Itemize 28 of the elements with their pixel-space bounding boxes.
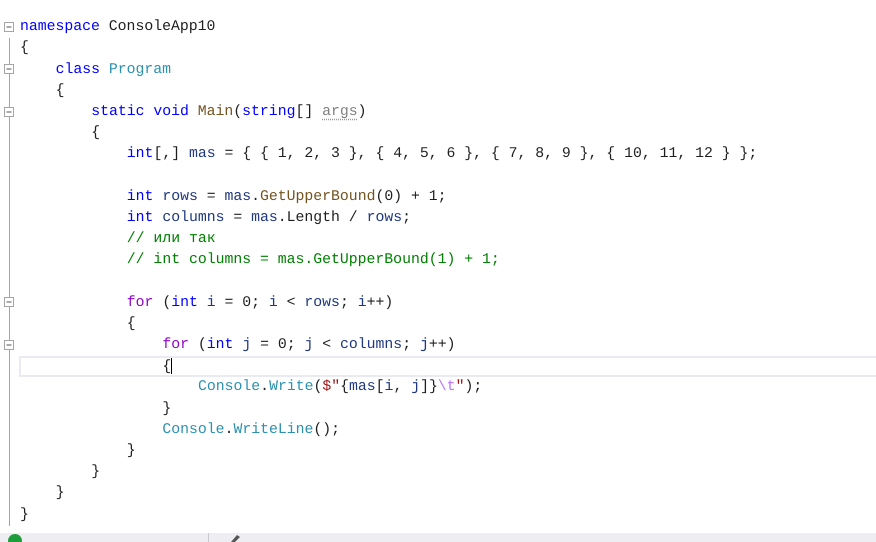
collapse-icon[interactable] bbox=[4, 106, 14, 117]
brace: } bbox=[162, 402, 172, 416]
brace: { bbox=[56, 84, 64, 99]
brace: } bbox=[126, 444, 136, 459]
code-line: for (int i = 0; i < rows; i++) bbox=[126, 296, 394, 310]
brace: { bbox=[91, 126, 100, 141]
code-line: for (int j = 0; j < columns; j++) bbox=[162, 338, 456, 353]
code-line: class Program bbox=[56, 62, 172, 78]
collapse-icon[interactable] bbox=[4, 64, 14, 74]
brush-icon bbox=[229, 533, 241, 542]
collapse-icon[interactable] bbox=[4, 297, 14, 308]
code-line: // int columns = mas.GetUpperBound(1) + 1; bbox=[126, 253, 500, 268]
brace: { bbox=[126, 316, 136, 332]
brace: } bbox=[91, 465, 100, 480]
code-line: int rows = mas.GetUpperBound(0) + 1; bbox=[126, 190, 446, 204]
collapse-icon[interactable] bbox=[4, 340, 14, 350]
brace: { bbox=[162, 358, 172, 375]
code-line: // или так bbox=[126, 232, 216, 247]
brace: } bbox=[56, 486, 64, 502]
code-line: namespace ConsoleApp10 bbox=[20, 20, 216, 35]
code-line: static void Main(string[] args) bbox=[91, 104, 367, 120]
code-line: int[,] mas = { { 1, 2, 3 }, { 4, 5, 6 }, { 7, 8, 9 }, { 10, 11, 12 } }; bbox=[126, 147, 758, 162]
code-line: Console.WriteLine(); bbox=[162, 422, 340, 438]
code-line: Console.Write($"{mas[i, j]}\t"); bbox=[198, 380, 482, 396]
brace: } bbox=[20, 508, 29, 522]
code-line: int columns = mas.Length / rows; bbox=[126, 210, 411, 226]
brace: { bbox=[20, 41, 29, 56]
collapse-icon[interactable] bbox=[4, 22, 14, 32]
